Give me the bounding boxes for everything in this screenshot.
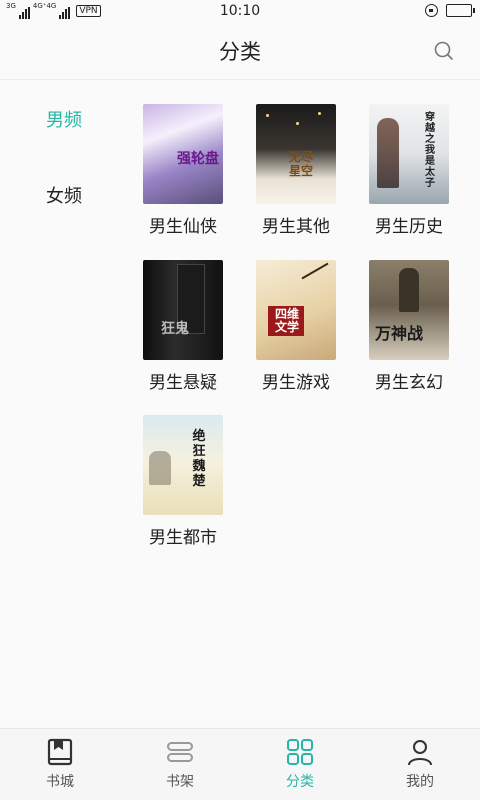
nav-label: 书架 xyxy=(166,774,194,790)
category-item-xianxia[interactable]: 强轮盘 男生仙侠 xyxy=(128,104,238,237)
category-item-history[interactable]: 穿越之我是太子 男生历史 xyxy=(354,104,464,237)
status-right xyxy=(425,4,475,17)
bookshelf-icon xyxy=(167,742,193,762)
nav-label: 我的 xyxy=(406,774,434,790)
cover-title-text: 穿越之我是太子 xyxy=(425,112,435,189)
category-item-suspense[interactable]: 狂鬼 男生悬疑 xyxy=(128,260,238,393)
status-time: 10:10 xyxy=(219,3,261,19)
nav-category[interactable]: 分类 xyxy=(260,737,340,791)
sidebar-item-female[interactable]: 女频 xyxy=(0,182,128,208)
category-label: 男生游戏 xyxy=(262,373,330,393)
category-item-game[interactable]: 四维文学 男生游戏 xyxy=(241,260,351,393)
nav-bookstore[interactable]: 书城 xyxy=(20,737,100,791)
status-bar: 3G 4G⁺4G VPN 10:10 xyxy=(0,0,480,24)
category-item-other[interactable]: 无尽星空 男生其他 xyxy=(241,104,351,237)
grid-icon xyxy=(287,739,313,765)
nav-label: 书城 xyxy=(46,774,74,790)
nav-profile[interactable]: 我的 xyxy=(380,737,460,791)
category-label: 男生玄幻 xyxy=(375,373,443,393)
header: 分类 xyxy=(0,24,480,80)
rotation-lock-icon xyxy=(425,4,438,17)
category-label: 男生都市 xyxy=(149,528,217,548)
battery-icon xyxy=(446,4,475,17)
book-cover-image: 万神战 xyxy=(369,260,449,360)
book-cover-image: 狂鬼 xyxy=(143,260,223,360)
cover-title-text: 狂鬼 xyxy=(161,321,189,337)
category-item-fantasy[interactable]: 万神战 男生玄幻 xyxy=(354,260,464,393)
book-cover-image: 穿越之我是太子 xyxy=(369,104,449,204)
category-label: 男生历史 xyxy=(375,217,443,237)
search-icon xyxy=(434,41,453,60)
cover-title-text: 四维文学 xyxy=(274,307,299,334)
category-label: 男生仙侠 xyxy=(149,217,217,237)
category-item-urban[interactable]: 绝狂魏楚 男生都市 xyxy=(128,415,238,548)
nav-bookshelf[interactable]: 书架 xyxy=(140,737,220,791)
cover-title-text: 万神战 xyxy=(375,324,424,343)
nav-label: 分类 xyxy=(286,774,314,790)
search-button[interactable] xyxy=(432,39,456,63)
book-cover-image: 绝狂魏楚 xyxy=(143,415,223,515)
category-label: 男生悬疑 xyxy=(149,373,217,393)
bottom-navigation: 书城 书架 分类 我的 xyxy=(0,728,480,800)
category-label: 男生其他 xyxy=(262,217,330,237)
cover-title-text: 无尽星空 xyxy=(288,150,313,178)
book-cover-image: 四维文学 xyxy=(256,260,336,360)
cover-title-text: 绝狂魏楚 xyxy=(192,429,206,489)
person-icon xyxy=(408,740,432,766)
book-cover-image: 强轮盘 xyxy=(143,104,223,204)
page-title: 分类 xyxy=(219,40,261,64)
sidebar-item-male[interactable]: 男频 xyxy=(0,106,128,132)
book-icon xyxy=(47,738,73,766)
book-cover-image: 无尽星空 xyxy=(256,104,336,204)
cover-title-text: 强轮盘 xyxy=(177,151,219,167)
